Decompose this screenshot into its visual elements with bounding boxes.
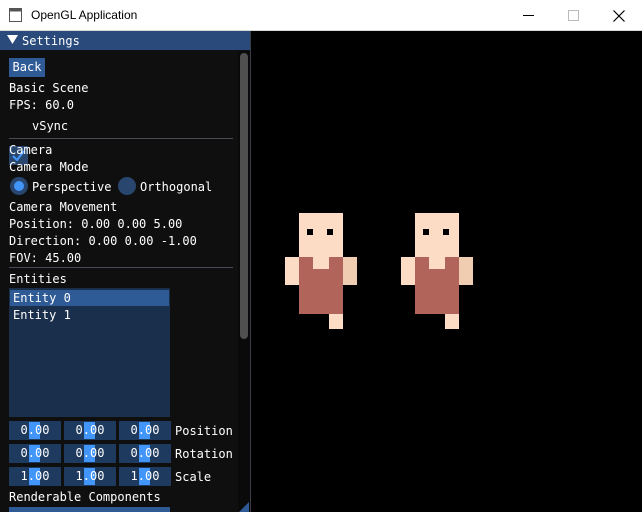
scene-name: Basic Scene xyxy=(9,81,89,95)
scale-row-label: Scale xyxy=(175,470,212,484)
drag-value: 0.00 xyxy=(20,446,50,460)
window-titlebar[interactable]: OpenGL Application xyxy=(0,0,642,31)
vsync-label: vSync xyxy=(32,119,69,133)
settings-panel-header[interactable]: Settings xyxy=(0,31,250,50)
drag-value: 0.00 xyxy=(75,446,105,460)
settings-panel-title: Settings xyxy=(22,34,80,48)
position-y-drag[interactable]: 0.00 xyxy=(64,421,116,440)
scene-viewport[interactable] xyxy=(251,31,642,512)
entities-listbox[interactable]: Entity 0 Entity 1 xyxy=(9,288,170,417)
list-item-entity-1[interactable]: Entity 1 xyxy=(10,307,169,323)
entity-0-sprite xyxy=(285,213,357,329)
renderable-components-label: Renderable Components xyxy=(9,490,161,504)
collapse-arrow-icon[interactable] xyxy=(7,34,18,45)
camera-position-readout: Position: 0.00 0.00 5.00 xyxy=(9,217,183,231)
radio-selected-dot xyxy=(14,181,24,191)
entity-1-sprite xyxy=(401,213,473,329)
close-icon xyxy=(613,9,625,22)
drag-value: 0.00 xyxy=(130,446,160,460)
position-z-drag[interactable]: 0.00 xyxy=(119,421,171,440)
drag-value: 0.00 xyxy=(20,423,50,437)
fps-readout: FPS: 60.0 xyxy=(9,98,75,112)
close-button[interactable] xyxy=(596,0,642,31)
list-item-entity-0[interactable]: Entity 0 xyxy=(10,290,169,306)
position-row-label: Position xyxy=(175,424,233,438)
maximize-icon xyxy=(567,10,579,21)
radio-perspective[interactable] xyxy=(10,177,28,195)
drag-value: 1.00 xyxy=(130,469,160,483)
drag-value: 1.00 xyxy=(20,469,50,483)
separator xyxy=(9,267,233,268)
separator xyxy=(9,138,233,139)
drag-value: 0.00 xyxy=(75,423,105,437)
scale-x-drag[interactable]: 1.00 xyxy=(9,467,61,486)
camera-movement-label: Camera Movement xyxy=(9,200,118,214)
maximize-button[interactable] xyxy=(550,0,596,31)
minimize-icon xyxy=(522,15,534,16)
entities-heading: Entities xyxy=(9,272,67,286)
renderable-components-list[interactable] xyxy=(9,507,170,512)
rotation-z-drag[interactable]: 0.00 xyxy=(119,444,171,463)
radio-orthogonal-label[interactable]: Orthogonal xyxy=(140,180,212,194)
minimize-button[interactable] xyxy=(505,0,551,31)
window-title: OpenGL Application xyxy=(31,8,138,22)
app-icon xyxy=(9,8,22,22)
scale-y-drag[interactable]: 1.00 xyxy=(64,467,116,486)
scrollbar-grab[interactable] xyxy=(240,53,248,339)
rotation-row-label: Rotation xyxy=(175,447,233,461)
camera-fov-readout: FOV: 45.00 xyxy=(9,251,82,265)
rotation-y-drag[interactable]: 0.00 xyxy=(64,444,116,463)
resize-grip-icon[interactable] xyxy=(239,502,249,512)
drag-value: 1.00 xyxy=(75,469,105,483)
radio-orthogonal[interactable] xyxy=(118,177,136,195)
back-button[interactable]: Back xyxy=(9,58,45,77)
settings-panel: Settings Back Basic Scene FPS: 60.0 vSyn… xyxy=(0,31,251,512)
drag-value: 0.00 xyxy=(130,423,160,437)
scale-z-drag[interactable]: 1.00 xyxy=(119,467,171,486)
rotation-x-drag[interactable]: 0.00 xyxy=(9,444,61,463)
camera-direction-readout: Direction: 0.00 0.00 -1.00 xyxy=(9,234,197,248)
camera-mode-label: Camera Mode xyxy=(9,160,89,174)
camera-heading: Camera xyxy=(9,143,53,157)
radio-perspective-label[interactable]: Perspective xyxy=(32,180,111,194)
settings-scrollbar[interactable] xyxy=(238,51,250,512)
position-x-drag[interactable]: 0.00 xyxy=(9,421,61,440)
